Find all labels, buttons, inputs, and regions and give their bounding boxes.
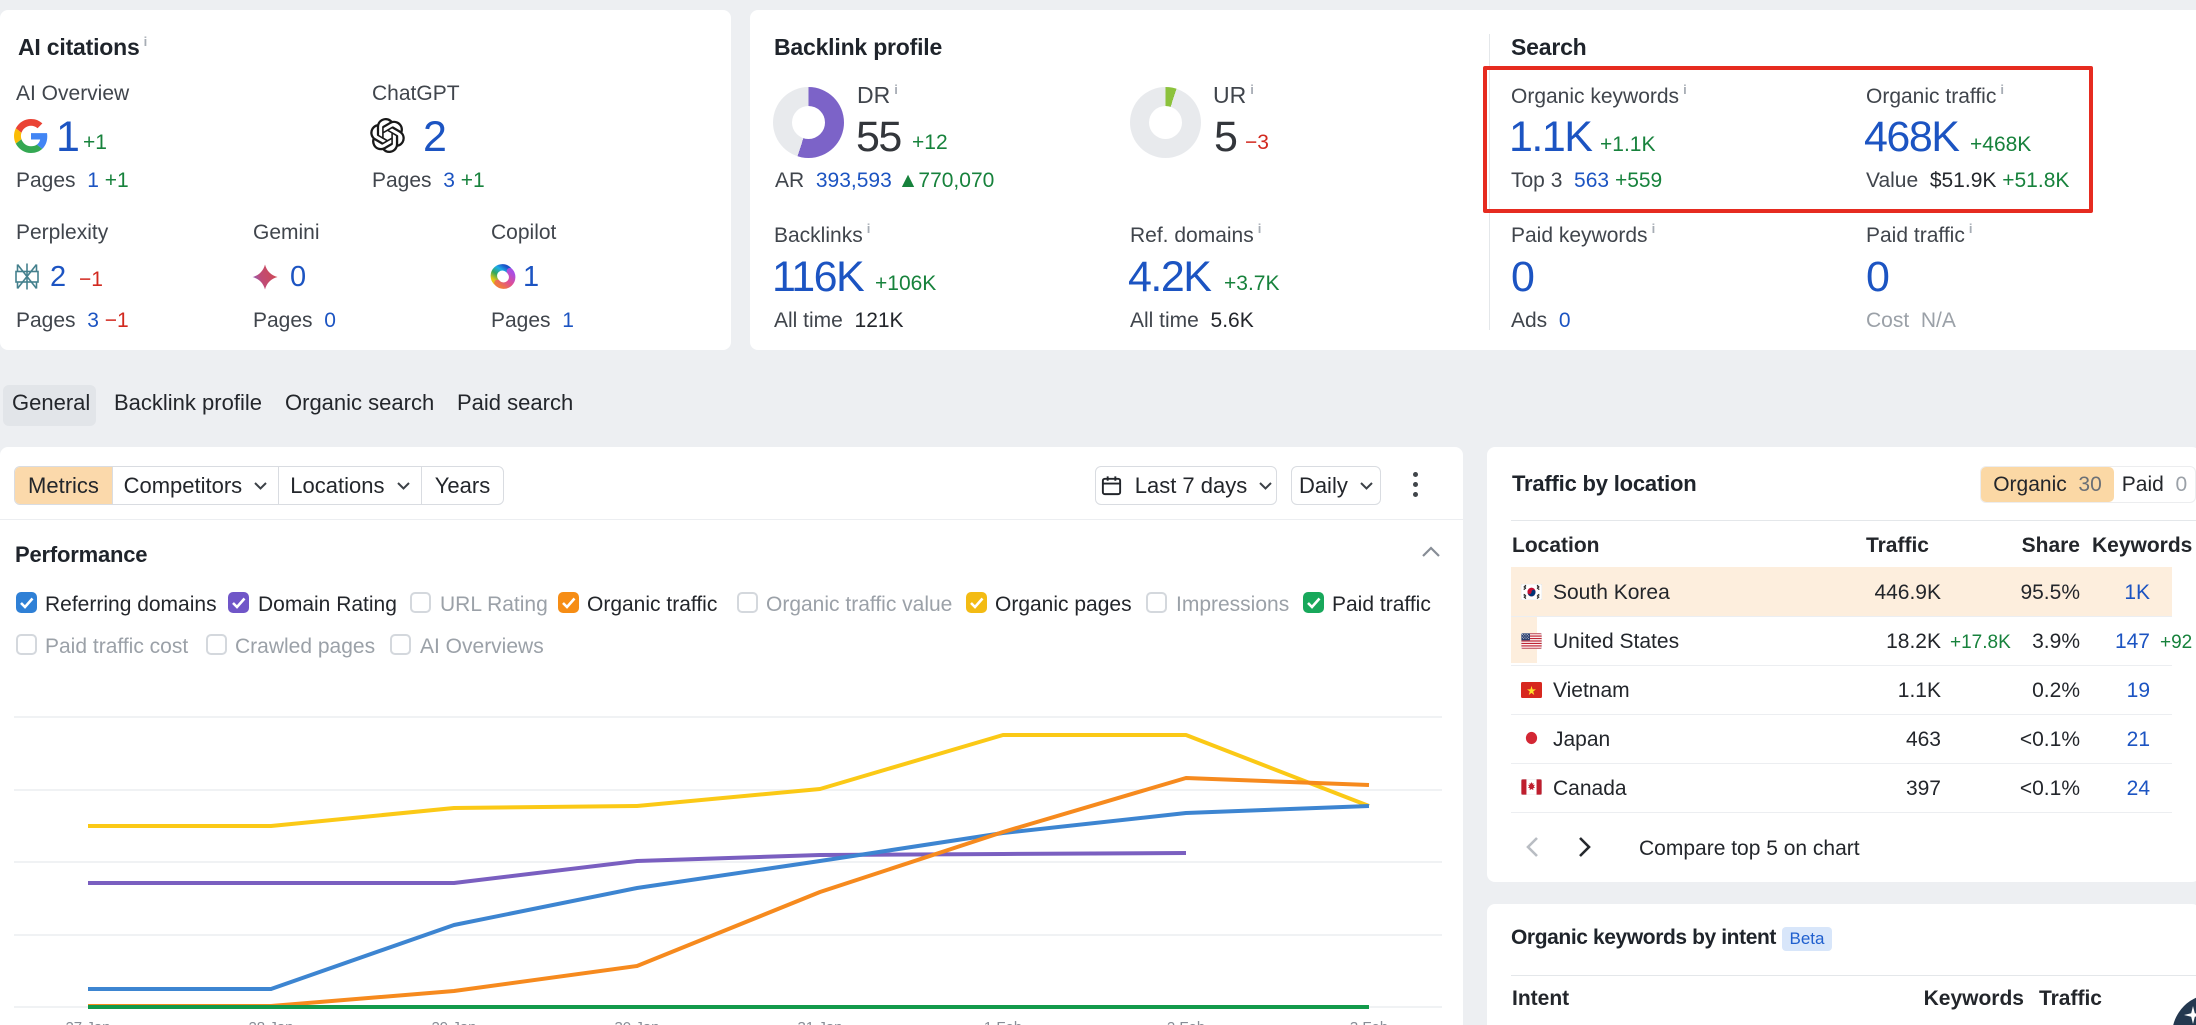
svg-text:30 Jan: 30 Jan <box>614 1019 659 1025</box>
svg-text:1 Feb: 1 Feb <box>984 1019 1022 1025</box>
svg-text:29 Jan: 29 Jan <box>431 1019 476 1025</box>
svg-text:27 Jan: 27 Jan <box>65 1019 110 1025</box>
svg-text:31 Jan: 31 Jan <box>797 1019 842 1025</box>
svg-text:2 Feb: 2 Feb <box>1167 1019 1205 1025</box>
svg-text:28 Jan: 28 Jan <box>248 1019 293 1025</box>
svg-text:3 Feb: 3 Feb <box>1350 1019 1388 1025</box>
